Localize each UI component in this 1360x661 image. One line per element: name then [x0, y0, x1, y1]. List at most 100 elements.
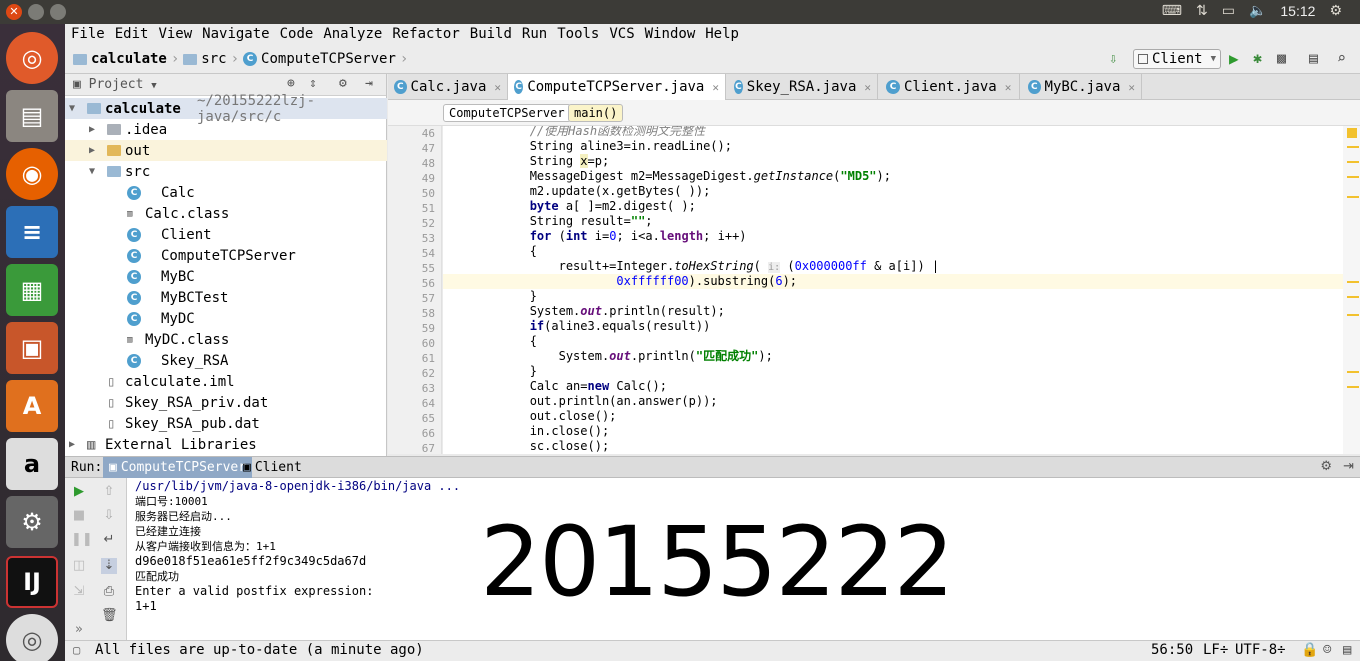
run-config-select[interactable]: Client ▼: [1133, 49, 1221, 69]
breadcrumb-folder[interactable]: src: [201, 51, 226, 67]
tree-item-mybctest[interactable]: C MyBCTest: [65, 287, 387, 308]
tree-item-external-libraries[interactable]: ▶ ▥ External Libraries: [65, 434, 387, 455]
run-tab-computetcpserver[interactable]: ▣ ComputeTCPServer: [103, 457, 253, 478]
run-icon[interactable]: ▶: [1229, 49, 1239, 68]
close-icon[interactable]: ✕: [1128, 81, 1135, 94]
close-icon[interactable]: ✕: [494, 81, 501, 94]
amazon-icon[interactable]: a: [6, 438, 58, 490]
maximize-window-icon[interactable]: [50, 4, 66, 20]
warning-mark[interactable]: [1347, 196, 1359, 198]
menu-vcs[interactable]: VCS: [603, 24, 638, 46]
settings-icon[interactable]: ⚙: [6, 496, 58, 548]
pause-icon[interactable]: ❚❚: [71, 532, 93, 548]
file-encoding[interactable]: UTF-8÷: [1235, 642, 1286, 658]
status-panel-icon[interactable]: ▢: [73, 643, 80, 657]
project-panel-title[interactable]: Project: [89, 77, 144, 92]
print-icon[interactable]: ⎙: [101, 584, 117, 600]
tree-item-calc[interactable]: C Calc: [65, 182, 387, 203]
tree-item-calc-class[interactable]: ▥ Calc.class: [65, 203, 387, 224]
disc-icon[interactable]: ◎: [6, 614, 58, 661]
soft-wrap-icon[interactable]: ↵: [101, 532, 117, 548]
warning-mark[interactable]: [1347, 371, 1359, 373]
menu-file[interactable]: File: [65, 24, 109, 46]
close-icon[interactable]: ✕: [1005, 81, 1012, 94]
clock[interactable]: 15:12: [1280, 3, 1315, 19]
hide-panel-icon[interactable]: ⇥: [365, 76, 373, 91]
tree-item-out[interactable]: ▶ out: [65, 140, 387, 161]
coverage-icon[interactable]: ▩: [1277, 49, 1286, 67]
tree-item-pub-dat[interactable]: ▯ Skey_RSA_pub.dat: [65, 413, 387, 434]
close-icon[interactable]: ✕: [864, 81, 871, 94]
tree-item-priv-dat[interactable]: ▯ Skey_RSA_priv.dat: [65, 392, 387, 413]
tree-item-idea[interactable]: ▶ .idea: [65, 119, 387, 140]
warning-mark[interactable]: [1347, 161, 1359, 163]
tree-item-src[interactable]: ▼ src: [65, 161, 387, 182]
warning-mark[interactable]: [1347, 386, 1359, 388]
close-window-icon[interactable]: ✕: [6, 4, 22, 20]
minimize-window-icon[interactable]: [28, 4, 44, 20]
menu-refactor[interactable]: Refactor: [386, 24, 463, 46]
up-icon[interactable]: ⇧: [101, 484, 117, 500]
tree-item-computetcpserver[interactable]: C ComputeTCPServer: [65, 245, 387, 266]
warning-mark[interactable]: [1347, 281, 1359, 283]
keyboard-icon[interactable]: ⌨: [1162, 3, 1182, 19]
menu-tools[interactable]: Tools: [551, 24, 603, 46]
firefox-icon[interactable]: ◉: [6, 148, 58, 200]
lock-icon[interactable]: 🔒: [1301, 642, 1318, 658]
network-icon[interactable]: ⇅: [1196, 3, 1208, 19]
intellij-icon[interactable]: IJ: [6, 556, 58, 608]
breadcrumb-file[interactable]: ComputeTCPServer: [261, 51, 396, 67]
menu-run[interactable]: Run: [516, 24, 551, 46]
rerun-icon[interactable]: ▶: [71, 484, 87, 500]
run-tab-client[interactable]: ▣ Client: [237, 457, 308, 478]
hide-panel-icon[interactable]: ⇥: [1343, 459, 1354, 474]
menu-view[interactable]: View: [152, 24, 196, 46]
tab-computetcpserver[interactable]: C ComputeTCPServer.java ✕: [508, 74, 726, 100]
line-separator[interactable]: LF÷: [1203, 642, 1228, 658]
trash-icon[interactable]: 🗑: [101, 608, 118, 624]
exit-icon[interactable]: ⇲: [71, 584, 87, 600]
menu-window[interactable]: Window: [639, 24, 700, 46]
collapse-icon[interactable]: ⇕: [309, 76, 317, 91]
volume-icon[interactable]: 🔈: [1249, 3, 1266, 19]
tab-mybc[interactable]: C MyBC.java ✕: [1022, 74, 1142, 100]
menu-code[interactable]: Code: [274, 24, 318, 46]
search-icon[interactable]: ⌕: [1337, 49, 1346, 67]
tab-skey-rsa[interactable]: C Skey_RSA.java ✕: [728, 74, 878, 100]
warning-mark[interactable]: [1347, 314, 1359, 316]
impress-icon[interactable]: ▣: [6, 322, 58, 374]
scroll-to-end-icon[interactable]: ⇣: [101, 558, 117, 574]
warning-mark[interactable]: [1347, 176, 1359, 178]
caret-position[interactable]: 56:50: [1151, 642, 1193, 658]
warning-mark[interactable]: [1347, 146, 1359, 148]
make-project-icon[interactable]: ⇩: [1109, 51, 1117, 67]
code-editor[interactable]: //使用Hash函数检测明文完整性 String aline3=in.readL…: [443, 126, 1343, 454]
files-icon[interactable]: ▤: [6, 90, 58, 142]
warning-mark[interactable]: [1347, 296, 1359, 298]
dump-threads-icon[interactable]: ◫: [71, 558, 87, 574]
menu-build[interactable]: Build: [464, 24, 516, 46]
tab-calc[interactable]: C Calc.java ✕: [388, 74, 508, 100]
software-center-icon[interactable]: A: [6, 380, 58, 432]
more-icon[interactable]: »: [71, 622, 87, 638]
tree-root[interactable]: ▼ calculate ~/20155222lzj-java/src/c: [65, 93, 387, 125]
inspector-icon[interactable]: ☺: [1323, 642, 1331, 658]
project-structure-icon[interactable]: ▤: [1309, 49, 1318, 67]
menu-edit[interactable]: Edit: [109, 24, 153, 46]
battery-icon[interactable]: ▭: [1222, 3, 1235, 19]
menu-navigate[interactable]: Navigate: [196, 24, 273, 46]
status-message[interactable]: All files are up-to-date (a minute ago): [95, 642, 424, 658]
ubuntu-dash-icon[interactable]: ◎: [6, 32, 58, 84]
warning-icon[interactable]: [1347, 128, 1357, 138]
close-icon[interactable]: ✕: [712, 81, 719, 94]
tree-item-client[interactable]: C Client: [65, 224, 387, 245]
tree-item-skey-rsa[interactable]: C Skey_RSA: [65, 350, 387, 371]
gear-icon[interactable]: ⚙: [1320, 459, 1332, 474]
down-icon[interactable]: ⇩: [101, 508, 117, 524]
menu-help[interactable]: Help: [699, 24, 743, 46]
writer-icon[interactable]: ≡: [6, 206, 58, 258]
tab-client[interactable]: C Client.java ✕: [880, 74, 1020, 100]
event-log-icon[interactable]: ▤: [1343, 642, 1351, 658]
breadcrumb-project[interactable]: calculate: [91, 51, 167, 67]
debug-icon[interactable]: ✱: [1253, 49, 1262, 67]
